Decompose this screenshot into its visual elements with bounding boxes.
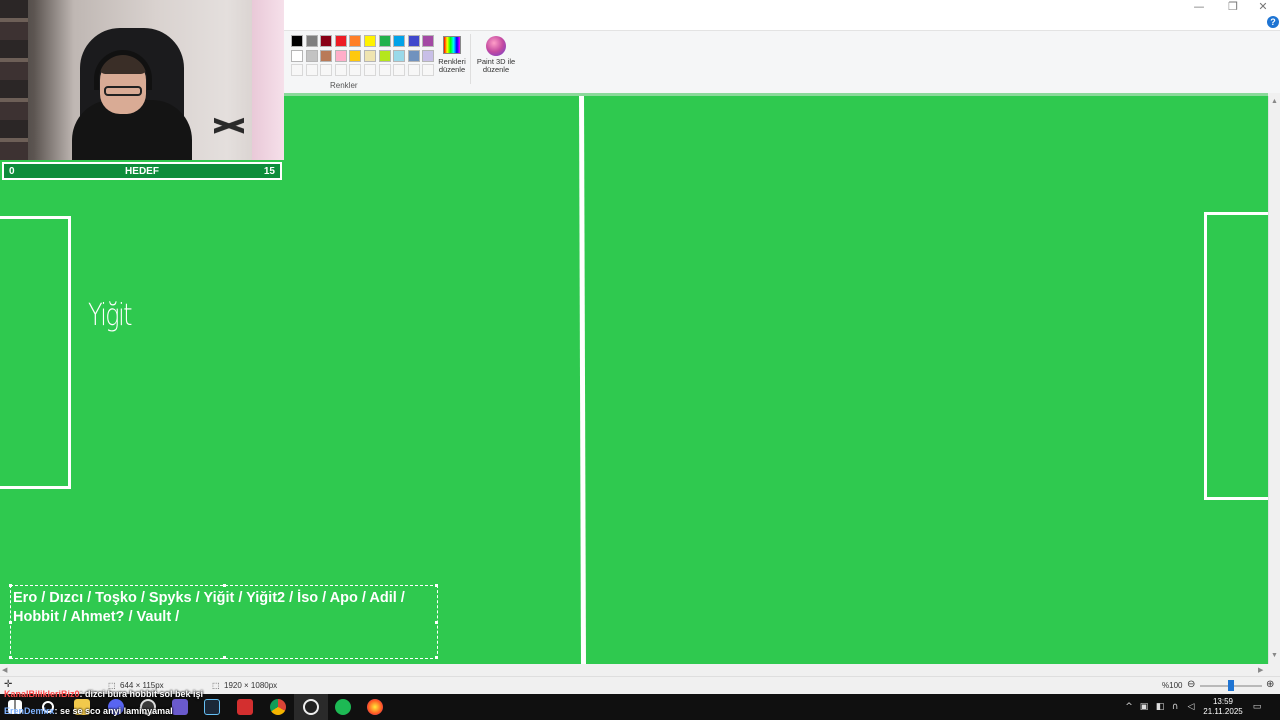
drawing-canvas[interactable] (0, 96, 1268, 664)
zoom-out-icon[interactable]: ⊖ (1187, 679, 1195, 690)
goal-target: 15 (263, 166, 275, 177)
custom-color-slot[interactable] (407, 64, 420, 76)
custom-color-slot[interactable] (305, 64, 318, 76)
resize-handle[interactable] (435, 621, 438, 624)
goal-progress-bar: 0 HEDEF 15 (2, 162, 282, 180)
paint-window: — ❐ ✕ ? Renkleri düzenle Paint 3D ile dü… (0, 0, 1280, 720)
player-name-drawing: Yiğit (88, 298, 133, 333)
color-swatch[interactable] (393, 49, 406, 62)
clock-time: 13:59 (1212, 697, 1234, 706)
resize-handle[interactable] (435, 584, 438, 587)
ribbon-divider (470, 34, 471, 84)
scroll-down-icon[interactable]: ▼ (1271, 652, 1278, 659)
help-button[interactable]: ? (1267, 16, 1279, 28)
horizontal-scrollbar[interactable]: ◀ ▶ (0, 664, 1268, 676)
color-swatch[interactable] (334, 49, 347, 62)
color-swatch[interactable] (349, 35, 362, 47)
resize-handle[interactable] (435, 656, 438, 659)
color-swatch[interactable] (334, 35, 347, 47)
volume-icon[interactable]: ◁ (1186, 702, 1196, 712)
color-swatch[interactable] (364, 35, 376, 47)
color-swatch[interactable] (422, 49, 435, 62)
custom-color-slot[interactable] (378, 64, 391, 76)
clock-date: 21.11.2025 (1203, 707, 1243, 716)
custom-color-slot[interactable] (364, 64, 376, 76)
color-swatch[interactable] (364, 49, 376, 62)
custom-color-slot[interactable] (291, 64, 303, 76)
network-icon[interactable]: ▣ (1139, 702, 1149, 712)
zoom-in-icon[interactable]: ⊕ (1266, 679, 1274, 690)
title-bar: — ❐ ✕ (284, 0, 1280, 30)
color-swatch[interactable] (378, 35, 391, 47)
custom-color-slot[interactable] (422, 64, 435, 76)
obs-studio-icon[interactable] (303, 699, 319, 715)
chat-text: : dizci bura hobbit sol bek işi (79, 689, 204, 699)
webcam-overlay (0, 0, 284, 160)
minimize-button[interactable]: — (1182, 0, 1216, 14)
roster-text[interactable]: Ero / Dızcı / Toşko / Spyks / Yiğit / Yi… (13, 589, 435, 627)
vertical-scrollbar[interactable]: ▲ ▼ (1268, 96, 1280, 664)
color-swatch[interactable] (393, 35, 406, 47)
color-swatch[interactable] (422, 35, 435, 47)
text-selection-box[interactable]: Ero / Dızcı / Toşko / Spyks / Yiğit / Yi… (9, 584, 438, 659)
webcam-plant (214, 100, 244, 160)
paint3d-icon (486, 36, 506, 56)
custom-color-slot[interactable] (334, 64, 347, 76)
paint3d-label: Paint 3D ile düzenle (476, 57, 516, 74)
paint3d-button[interactable]: Paint 3D ile düzenle (474, 36, 518, 74)
resize-handle[interactable] (9, 621, 12, 624)
color-spectrum-icon (443, 36, 461, 54)
system-clock[interactable]: 13:59 21.11.2025 (1200, 697, 1246, 717)
edit-colors-button[interactable]: Renkleri düzenle (436, 36, 468, 74)
chat-username: KanalBilikleriBiz0 (4, 689, 80, 699)
webcam-light (252, 0, 284, 160)
color-swatch[interactable] (291, 35, 303, 47)
webcam-shelf (0, 0, 28, 160)
custom-color-slot[interactable] (393, 64, 406, 76)
color-swatch[interactable] (320, 49, 333, 62)
color-swatch[interactable] (320, 35, 333, 47)
resize-handle[interactable] (9, 584, 12, 587)
close-button[interactable]: ✕ (1246, 0, 1280, 14)
chat-text: : se se sco anyi laminyamal (54, 706, 173, 716)
edit-colors-label: Renkleri düzenle (438, 57, 466, 74)
color-swatch[interactable] (378, 49, 391, 62)
glasses-icon (104, 86, 142, 96)
right-penalty-box (1204, 212, 1270, 500)
custom-color-slot[interactable] (349, 64, 362, 76)
headset-icon[interactable]: ∩ (1170, 702, 1180, 712)
colors-group-label: Renkler (330, 81, 358, 90)
tray-app-icon[interactable]: ◧ (1155, 702, 1165, 712)
custom-color-slot[interactable] (320, 64, 333, 76)
color-swatch[interactable] (349, 49, 362, 62)
scroll-up-icon[interactable]: ▲ (1271, 98, 1278, 105)
chat-username: ErenDemirx (4, 706, 55, 716)
color-swatch[interactable] (407, 49, 420, 62)
canvas-edge (284, 93, 1268, 96)
scroll-left-icon[interactable]: ◀ (2, 666, 7, 674)
chat-overlay: KanalBilikleriBiz0: dizci bura hobbit so… (0, 688, 300, 718)
zoom-slider-thumb[interactable] (1228, 680, 1234, 691)
resize-handle[interactable] (9, 656, 12, 659)
left-penalty-box (0, 216, 71, 489)
paint-icon[interactable] (367, 699, 383, 715)
notifications-icon[interactable]: ▭ (1252, 702, 1262, 712)
scroll-right-icon[interactable]: ▶ (1258, 666, 1263, 674)
resize-handle[interactable] (223, 584, 226, 587)
color-swatch[interactable] (305, 49, 318, 62)
color-swatch[interactable] (291, 49, 303, 62)
chat-message: ErenDemirx: se se sco anyi laminyamal (4, 706, 173, 716)
resize-handle[interactable] (223, 656, 226, 659)
spotify-icon[interactable] (335, 699, 351, 715)
color-swatch[interactable] (305, 35, 318, 47)
restore-button[interactable]: ❐ (1216, 0, 1250, 14)
tray-expand-icon[interactable]: ^ (1124, 702, 1134, 712)
chat-message: KanalBilikleriBiz0: dizci bura hobbit so… (4, 689, 203, 699)
zoom-level: %100 (1162, 681, 1183, 690)
goal-title: HEDEF (125, 166, 159, 177)
color-swatch[interactable] (407, 35, 420, 47)
